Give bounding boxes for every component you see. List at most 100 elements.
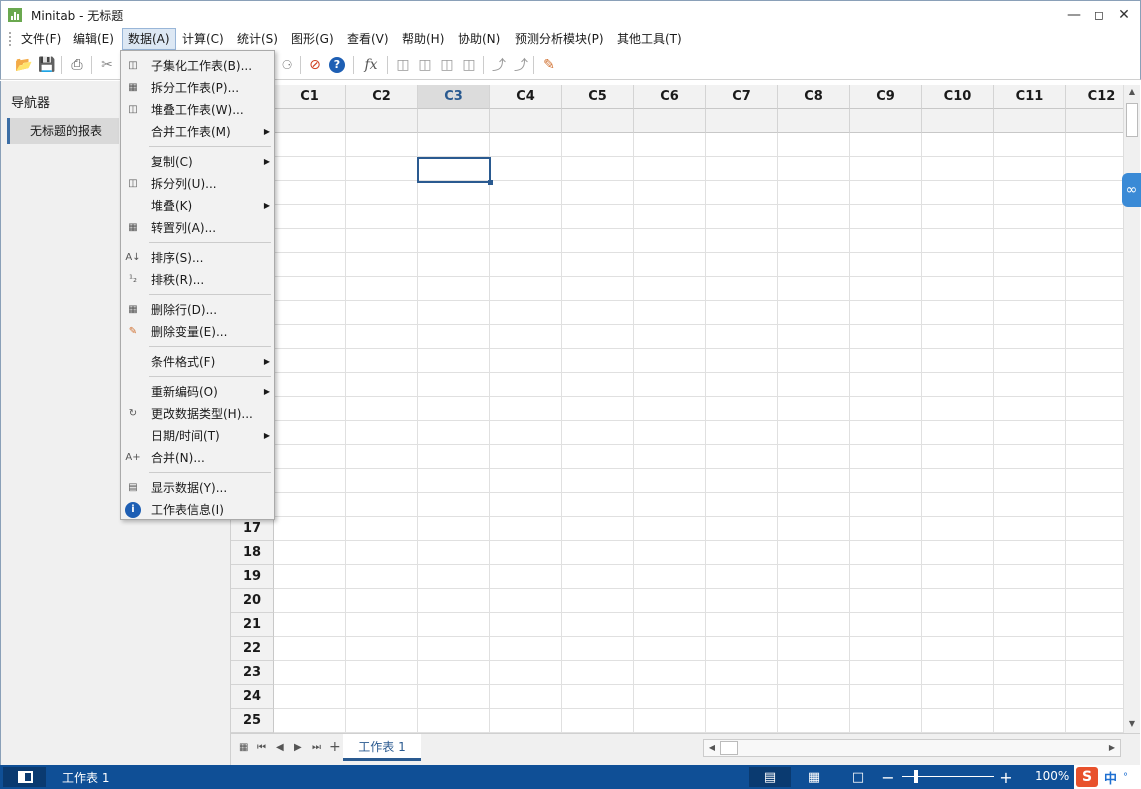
row-header[interactable]: 18: [231, 541, 274, 565]
layout-icon-4[interactable]: ◫: [459, 55, 479, 75]
column-header[interactable]: C4: [490, 85, 562, 109]
data-menu-item[interactable]: ¹₂ 排秩(R)...: [121, 269, 274, 291]
data-menu-item[interactable]: ◫ 堆叠工作表(W)...: [121, 99, 274, 121]
cancel-icon[interactable]: ⊘: [305, 55, 325, 75]
zoom-in-icon[interactable]: +: [986, 767, 1026, 787]
data-menu-item[interactable]: ◫ 子集化工作表(B)...: [121, 55, 274, 77]
column-header[interactable]: C1: [274, 85, 346, 109]
column-name-cell[interactable]: [1066, 109, 1123, 133]
crosshair-icon[interactable]: ⤴: [511, 55, 531, 75]
menu-help[interactable]: 帮助(H): [397, 28, 449, 50]
menu-data[interactable]: 数据(A): [122, 28, 176, 50]
open-icon[interactable]: 📂: [14, 55, 34, 75]
ime-indicator[interactable]: S 中 °: [1074, 765, 1141, 789]
row-header[interactable]: 23: [231, 661, 274, 685]
zoom-slider-thumb[interactable]: [914, 770, 918, 783]
layout-icon-3[interactable]: ◫: [437, 55, 457, 75]
data-menu-item[interactable]: 合并工作表(M) ▶: [121, 121, 274, 143]
close-button[interactable]: ✕: [1113, 5, 1135, 25]
data-menu-item[interactable]: ▦ 转置列(A)...: [121, 217, 274, 239]
data-menu-item[interactable]: 堆叠(K) ▶: [121, 195, 274, 217]
cut-icon[interactable]: ✂: [97, 55, 117, 75]
column-header[interactable]: C9: [850, 85, 922, 109]
row-header[interactable]: 25: [231, 709, 274, 733]
data-menu-item[interactable]: 复制(C) ▶: [121, 151, 274, 173]
data-menu-item[interactable]: A↓ 排序(S)...: [121, 247, 274, 269]
column-name-cell[interactable]: [922, 109, 994, 133]
column-header[interactable]: C6: [634, 85, 706, 109]
scroll-right-icon[interactable]: ▶: [1104, 743, 1120, 752]
last-sheet-icon[interactable]: ⏭: [312, 742, 321, 753]
row-header[interactable]: 22: [231, 637, 274, 661]
menu-assist[interactable]: 协助(N): [453, 28, 505, 50]
menu-predictive[interactable]: 预测分析模块(P): [510, 28, 609, 50]
data-menu-item[interactable]: ✎ 删除变量(E)...: [121, 321, 274, 343]
function-icon[interactable]: fx: [361, 55, 381, 75]
column-header[interactable]: C3: [418, 85, 490, 109]
column-header[interactable]: C11: [994, 85, 1066, 109]
row-header[interactable]: 19: [231, 565, 274, 589]
column-header[interactable]: C12: [1066, 85, 1123, 109]
scroll-up-icon[interactable]: ▲: [1124, 87, 1140, 96]
eraser-icon[interactable]: ✎: [539, 55, 559, 75]
menu-calc[interactable]: 计算(C): [177, 28, 229, 50]
worksheet-view-icon[interactable]: ▤: [749, 767, 791, 787]
save-icon[interactable]: 💾: [37, 55, 57, 75]
data-menu-item[interactable]: ◫ 拆分列(U)...: [121, 173, 274, 195]
data-menu-item[interactable]: i 工作表信息(I): [121, 499, 274, 521]
horizontal-scroll-thumb[interactable]: [720, 741, 738, 755]
menu-tools[interactable]: 其他工具(T): [612, 28, 687, 50]
column-name-cell[interactable]: [562, 109, 634, 133]
worksheet-grid[interactable]: C1 C2 C3 C4 C5 C6 C7 C8 C9 C10 C11 C12 17 18 19 20 21 22 2…: [231, 85, 1123, 733]
layout-icon-1[interactable]: ◫: [393, 55, 413, 75]
maximize-button[interactable]: ◻: [1088, 5, 1110, 25]
data-menu-item[interactable]: 日期/时间(T) ▶: [121, 425, 274, 447]
active-cell[interactable]: [417, 157, 493, 185]
column-name-cell[interactable]: [418, 109, 490, 133]
column-name-cell[interactable]: [490, 109, 562, 133]
data-menu-item[interactable]: 条件格式(F) ▶: [121, 351, 274, 373]
add-sheet-icon[interactable]: +: [329, 739, 341, 755]
menu-stat[interactable]: 统计(S): [232, 28, 283, 50]
vertical-scroll-thumb[interactable]: [1126, 103, 1138, 137]
brush-icon[interactable]: ⤴: [489, 55, 509, 75]
toggle-navigator-button[interactable]: [3, 767, 46, 787]
column-header[interactable]: C5: [562, 85, 634, 109]
print-icon[interactable]: ⎙: [67, 55, 87, 75]
column-header[interactable]: C10: [922, 85, 994, 109]
data-menu-item[interactable]: ▦ 删除行(D)...: [121, 299, 274, 321]
menu-edit[interactable]: 编辑(E): [68, 28, 119, 50]
navigator-item-report[interactable]: 无标题的报表: [7, 118, 119, 144]
menu-graph[interactable]: 图形(G): [286, 28, 339, 50]
column-name-cell[interactable]: [274, 109, 346, 133]
column-name-cell[interactable]: [346, 109, 418, 133]
data-menu-item[interactable]: A+ 合并(N)...: [121, 447, 274, 469]
next-sheet-icon[interactable]: ▶: [294, 742, 302, 753]
link-icon[interactable]: ∞: [1122, 173, 1141, 207]
sheet-list-icon[interactable]: ▦: [239, 742, 248, 753]
column-name-cell[interactable]: [706, 109, 778, 133]
data-menu-item[interactable]: ↻ 更改数据类型(H)...: [121, 403, 274, 425]
row-header[interactable]: 24: [231, 685, 274, 709]
column-name-cell[interactable]: [994, 109, 1066, 133]
scroll-left-icon[interactable]: ◀: [704, 743, 720, 752]
sheet-tab[interactable]: 工作表 1: [343, 734, 421, 761]
data-menu-item[interactable]: ▦ 拆分工作表(P)...: [121, 77, 274, 99]
column-name-cell[interactable]: [850, 109, 922, 133]
data-menu-item[interactable]: 重新编码(O) ▶: [121, 381, 274, 403]
column-header[interactable]: C8: [778, 85, 850, 109]
data-menu-item[interactable]: ▤ 显示数据(Y)...: [121, 477, 274, 499]
help-icon[interactable]: ?: [327, 55, 347, 75]
layout-icon-2[interactable]: ◫: [415, 55, 435, 75]
column-name-cell[interactable]: [778, 109, 850, 133]
menu-view[interactable]: 查看(V): [342, 28, 394, 50]
horizontal-scrollbar[interactable]: ◀ ▶: [703, 739, 1121, 757]
zoom-out-icon[interactable]: −: [868, 767, 908, 787]
column-name-cell[interactable]: [634, 109, 706, 133]
menu-file[interactable]: 文件(F): [16, 28, 66, 50]
grid-view-icon[interactable]: ▦: [793, 767, 835, 787]
column-header[interactable]: C7: [706, 85, 778, 109]
prev-sheet-icon[interactable]: ◀: [276, 742, 284, 753]
scroll-down-icon[interactable]: ▼: [1124, 719, 1140, 728]
row-header[interactable]: 21: [231, 613, 274, 637]
